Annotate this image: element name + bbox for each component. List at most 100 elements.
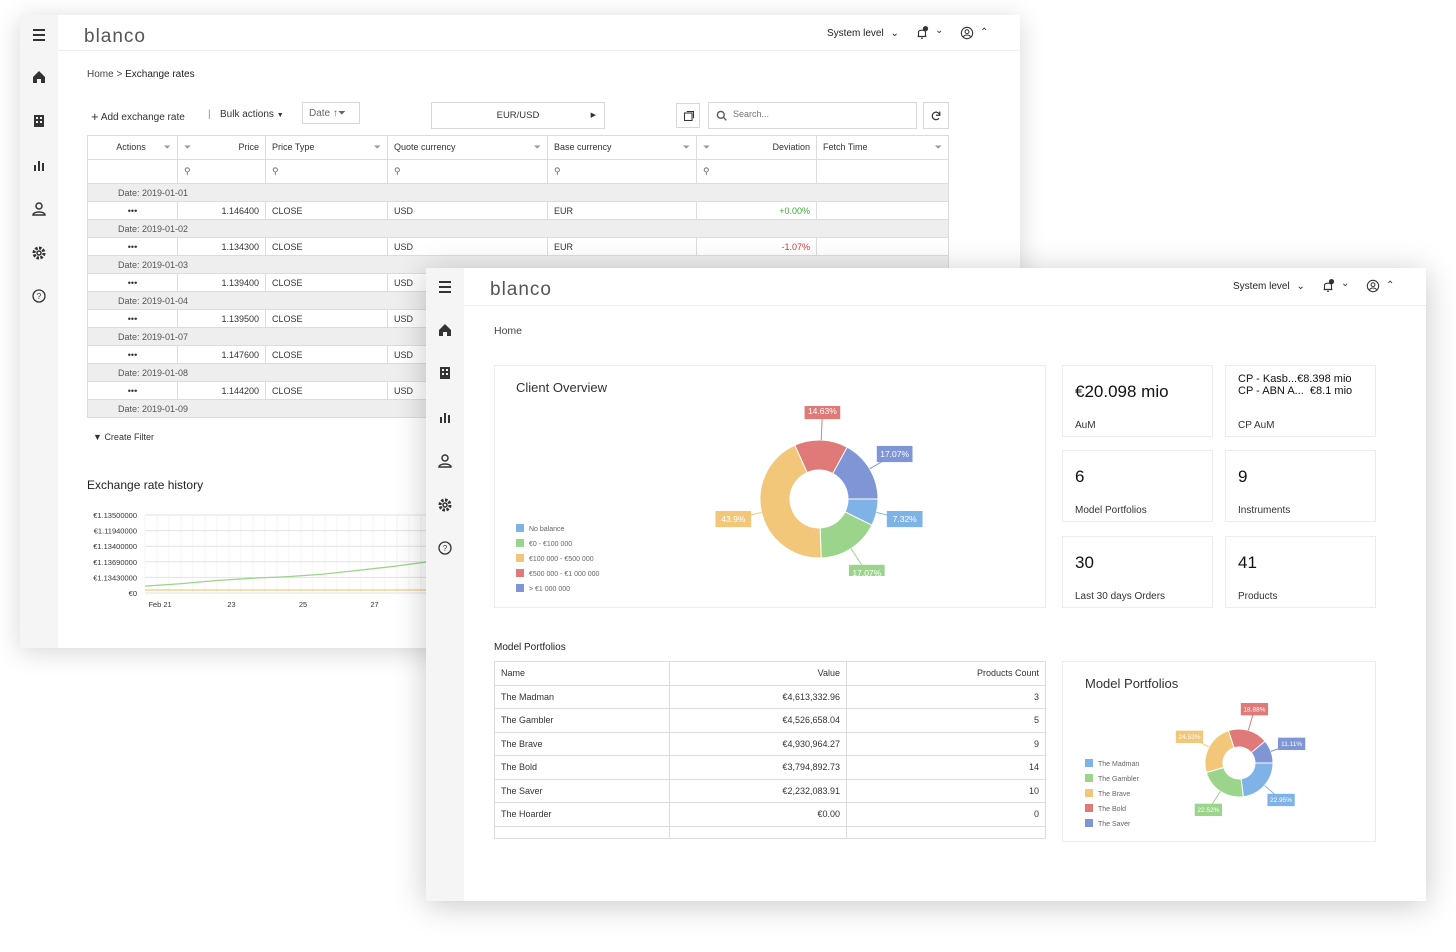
legend-item[interactable]: The Gambler	[1085, 774, 1139, 783]
filter-icon[interactable]: ⏷	[164, 142, 171, 152]
caret-right-icon: ▶	[590, 112, 596, 119]
search-icon[interactable]: ⚲	[547, 159, 697, 184]
search-icon[interactable]: ⚲	[387, 159, 548, 184]
kpi-label: AuM	[1075, 420, 1096, 431]
cell-count: 14	[846, 755, 1046, 780]
bell-icon[interactable]	[915, 26, 929, 45]
col-value[interactable]: Value	[669, 661, 847, 686]
table-row[interactable]: ••• 1.134300 CLOSE USD EUR -1.07%	[87, 237, 949, 256]
user-icon[interactable]	[31, 201, 47, 217]
table-row[interactable]: The Hoarder €0.00 0	[494, 802, 1046, 827]
legend-item[interactable]: €0 - €100 000	[516, 539, 572, 548]
col-quote-currency[interactable]: Quote currency ⏷	[387, 135, 548, 160]
date-sort-label: Date	[309, 108, 331, 119]
table-row[interactable]: ••• 1.146400 CLOSE USD EUR +0.00%	[87, 201, 949, 220]
legend-label: The Brave	[1098, 791, 1131, 798]
bell-icon[interactable]	[1321, 279, 1335, 298]
col-price-type[interactable]: Price Type ⏷	[265, 135, 388, 160]
filter-icon[interactable]: ⏷	[534, 142, 541, 153]
menu-icon[interactable]	[31, 27, 47, 43]
col-products-count[interactable]: Products Count	[846, 661, 1046, 686]
legend-item[interactable]: The Bold	[1085, 804, 1126, 813]
home-icon[interactable]	[437, 322, 453, 338]
system-level-selector[interactable]: System level ⌄	[827, 28, 899, 39]
search-box[interactable]	[708, 102, 917, 129]
date-group-row[interactable]: Date: 2019-01-02	[87, 219, 949, 238]
legend-item[interactable]: The Brave	[1085, 789, 1130, 798]
row-actions-button[interactable]: •••	[87, 381, 178, 400]
row-actions-button[interactable]: •••	[87, 345, 178, 364]
legend-item[interactable]: The Saver	[1085, 819, 1130, 828]
help-icon[interactable]: ?	[437, 540, 453, 556]
gear-icon[interactable]	[31, 245, 47, 261]
search-icon[interactable]: ⚲	[696, 159, 817, 184]
table-row[interactable]: The Bold €3,794,892.73 14	[494, 755, 1046, 780]
row-actions-button[interactable]: •••	[87, 273, 178, 292]
bulk-actions-dropdown[interactable]: Bulk actions ▼	[220, 109, 284, 120]
home-icon[interactable]	[31, 69, 47, 85]
filter-icon[interactable]: ⏷	[703, 142, 710, 153]
filter-icon[interactable]: ⏷	[374, 142, 381, 153]
legend-item[interactable]: €500 000 - €1 000 000	[516, 569, 599, 578]
chevron-down-icon[interactable]: ⌄	[1341, 278, 1349, 289]
legend-item[interactable]: No balance	[516, 524, 564, 533]
help-icon[interactable]: ?	[31, 288, 47, 304]
kpi-instruments: 9 Instruments	[1225, 450, 1376, 522]
logo: blanco	[490, 279, 552, 300]
table-row[interactable]: The Gambler €4,526,658.04 5	[494, 708, 1046, 733]
menu-icon[interactable]	[437, 279, 453, 295]
account-icon[interactable]	[1366, 279, 1380, 298]
building-icon[interactable]	[31, 113, 47, 129]
donut-slice[interactable]	[1204, 730, 1235, 774]
row-actions-button[interactable]: •••	[87, 237, 178, 256]
date-sort-button[interactable]: Date ↑⏷	[302, 102, 360, 124]
system-level-selector[interactable]: System level ⌄	[1233, 281, 1305, 292]
col-actions[interactable]: Actions ⏷	[87, 135, 178, 160]
y-tick-label: €0	[129, 589, 137, 598]
add-exchange-rate-button[interactable]: + Add exchange rate	[91, 109, 185, 124]
legend-item[interactable]: > €1 000 000	[516, 584, 570, 593]
chevron-up-icon[interactable]: ⌃	[980, 27, 988, 38]
legend-item[interactable]: The Madman	[1085, 759, 1139, 768]
bar-chart-icon[interactable]	[31, 157, 47, 173]
table-row[interactable]: The Madman €4,613,332.96 3	[494, 684, 1046, 709]
filter-icon[interactable]: ⏷	[935, 142, 942, 153]
search-icon[interactable]: ⚲	[177, 159, 266, 184]
chevron-down-icon[interactable]: ⌄	[935, 25, 943, 36]
currency-pair-selector[interactable]: EUR/USD ▶	[431, 102, 605, 129]
client-overview-title: Client Overview	[516, 380, 608, 395]
search-input[interactable]	[731, 108, 905, 120]
columns-button[interactable]	[676, 103, 700, 128]
col-fetch-time[interactable]: Fetch Time ⏷	[816, 135, 949, 160]
table-row[interactable]: The Brave €4,930,964.27 9	[494, 731, 1046, 756]
cell-name: The Gambler	[494, 708, 670, 733]
account-icon[interactable]	[960, 26, 974, 45]
legend-swatch	[1085, 759, 1093, 767]
col-base-currency[interactable]: Base currency ⏷	[547, 135, 697, 160]
table-row[interactable]: The Saver €2,232,083.91 10	[494, 778, 1046, 803]
building-icon[interactable]	[437, 365, 453, 381]
date-group-row[interactable]: Date: 2019-01-01	[87, 183, 949, 202]
gear-icon[interactable]	[437, 497, 453, 513]
donut-slice[interactable]	[1240, 762, 1274, 798]
user-icon[interactable]	[437, 453, 453, 469]
col-price[interactable]: ⏷ Price	[177, 135, 266, 160]
filter-icon[interactable]: ⏷	[184, 142, 191, 153]
filter-icon[interactable]: ⏷	[683, 142, 690, 153]
chevron-up-icon[interactable]: ⌃	[1386, 280, 1394, 291]
breadcrumb-home[interactable]: Home	[494, 325, 522, 337]
search-icon[interactable]: ⚲	[265, 159, 388, 184]
kpi-value: CP - Kasb...€8.398 mio CP - ABN A... €8.…	[1238, 373, 1352, 397]
donut-slice[interactable]	[1205, 766, 1244, 798]
breadcrumb-home[interactable]: Home	[87, 69, 114, 80]
data-label: 7.32%	[893, 514, 918, 524]
col-name[interactable]: Name	[494, 661, 670, 686]
col-deviation[interactable]: ⏷ Deviation	[696, 135, 817, 160]
refresh-button[interactable]	[923, 102, 949, 129]
row-actions-button[interactable]: •••	[87, 309, 178, 328]
cell-count: 3	[846, 684, 1046, 709]
legend-item[interactable]: €100 000 - €500 000	[516, 554, 594, 563]
bar-chart-icon[interactable]	[437, 409, 453, 425]
create-filter-button[interactable]: ▼ Create Filter	[93, 432, 154, 442]
row-actions-button[interactable]: •••	[87, 201, 178, 220]
